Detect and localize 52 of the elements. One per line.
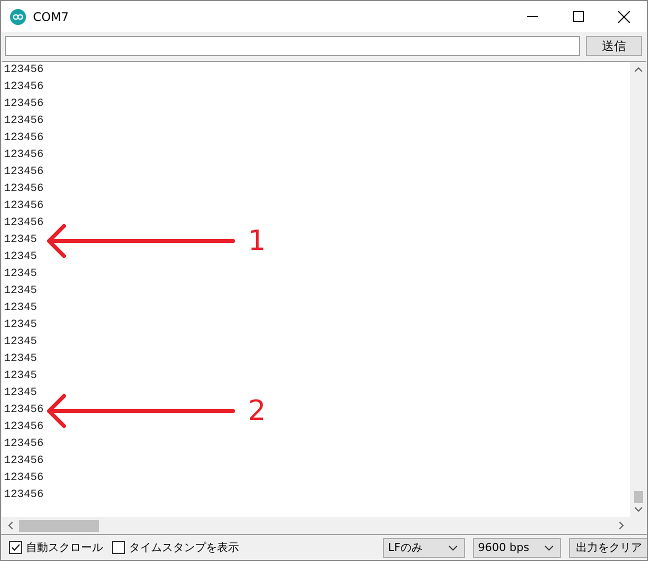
- scroll-down-icon: [634, 507, 642, 512]
- output-line: 12345: [4, 301, 38, 316]
- clear-output-button[interactable]: 出力をクリア: [569, 538, 647, 558]
- output-line: 123456: [4, 97, 44, 112]
- output-line: 123456: [4, 165, 44, 180]
- chevron-down-icon: [448, 544, 458, 550]
- output-line: 12345: [4, 335, 38, 350]
- output-line: 123456: [4, 216, 44, 231]
- output-line: 12345: [4, 267, 38, 282]
- output-line: 12345: [4, 352, 38, 367]
- output-line: 12345: [4, 233, 38, 248]
- output-line: 12345: [4, 318, 38, 333]
- scrollbar-thumb[interactable]: [634, 491, 642, 503]
- output-line: 123456: [4, 437, 44, 452]
- scrollbar-thumb[interactable]: [19, 520, 99, 532]
- output-line: 123456: [4, 199, 44, 214]
- chevron-down-icon: [544, 544, 554, 550]
- output-line: 123456: [4, 131, 44, 146]
- output-line: 123456: [4, 471, 44, 486]
- app-logo-icon: [10, 8, 26, 24]
- checkbox-label[interactable]: 自動スクロール: [26, 540, 103, 555]
- annotation-label: 2: [248, 393, 266, 429]
- horizontal-scrollbar[interactable]: [2, 517, 630, 534]
- close-icon: [618, 10, 630, 22]
- output-line: 123456: [4, 488, 44, 503]
- output-line: 123456: [4, 420, 44, 435]
- output-line: 12345: [4, 250, 38, 265]
- output-line: 12345: [4, 284, 38, 299]
- scroll-right-icon: [619, 521, 624, 530]
- vertical-scrollbar[interactable]: [630, 62, 646, 517]
- checkbox[interactable]: [9, 541, 22, 554]
- output-line: 12345: [4, 369, 38, 384]
- output-line: 12345: [4, 386, 38, 401]
- checkbox-label[interactable]: タイムスタンプを表示: [129, 540, 239, 555]
- dropdown[interactable]: 9600 bps: [473, 538, 561, 558]
- output-line: 123456: [4, 182, 44, 197]
- output-line: 123456: [4, 63, 44, 78]
- checkbox[interactable]: [112, 541, 125, 554]
- output-line: 123456: [4, 80, 44, 95]
- output-line: 123456: [4, 148, 44, 163]
- window-title: COM7: [33, 10, 69, 24]
- scroll-up-icon: [634, 67, 642, 72]
- send-button[interactable]: 送信: [586, 36, 642, 56]
- annotation-label: 1: [248, 223, 266, 259]
- output-line: 123456: [4, 454, 44, 469]
- minimize-icon: [526, 16, 538, 17]
- send-input-field[interactable]: [5, 36, 580, 56]
- dropdown[interactable]: LFのみ: [383, 538, 465, 558]
- scroll-left-icon: [8, 521, 13, 530]
- output-line: 123456: [4, 403, 44, 418]
- output-line: 123456: [4, 114, 44, 129]
- maximize-icon: [572, 11, 584, 22]
